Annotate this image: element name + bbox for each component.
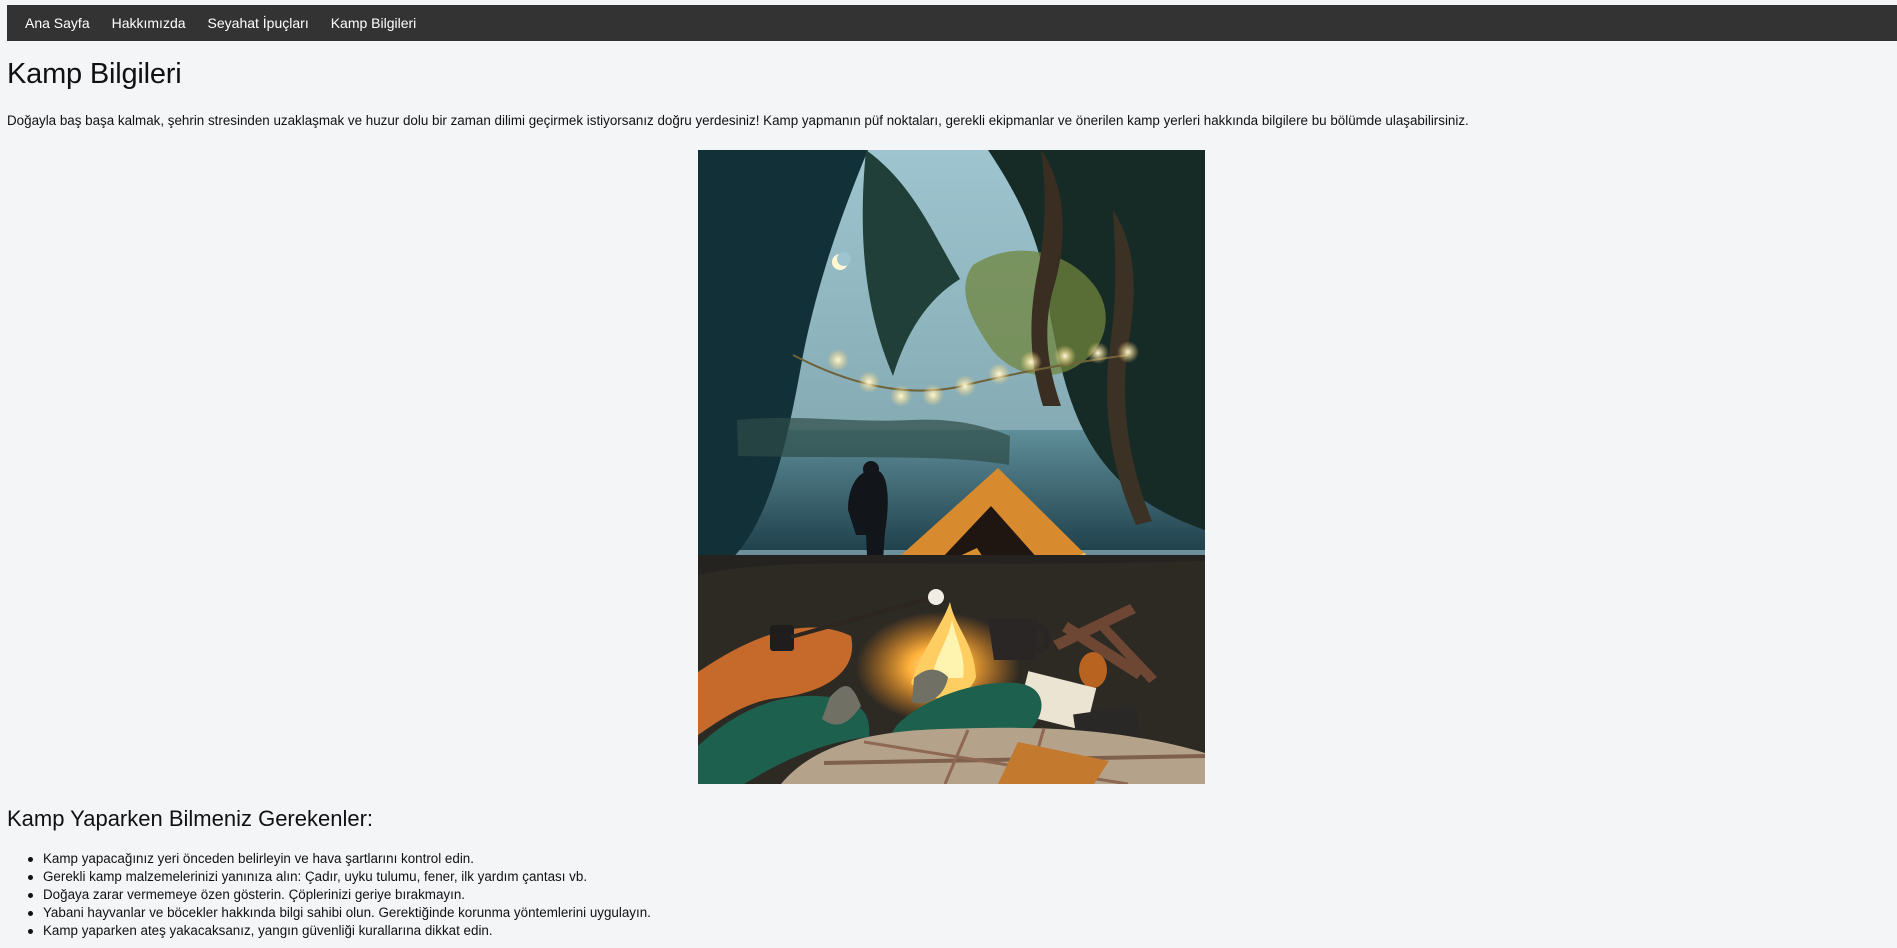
tip-item: Kamp yaparken ateş yakacaksanız, yangın …: [28, 922, 651, 940]
nav-link-about[interactable]: Hakkımızda: [112, 5, 186, 41]
nav-link-home[interactable]: Ana Sayfa: [25, 5, 90, 41]
page-title: Kamp Bilgileri: [7, 58, 182, 90]
nav-link-travel-tips[interactable]: Seyahat İpuçları: [208, 5, 309, 41]
intro-paragraph: Doğayla baş başa kalmak, şehrin stresind…: [7, 113, 1469, 128]
tip-item: Doğaya zarar vermemeye özen gösterin. Çö…: [28, 886, 651, 904]
section-title: Kamp Yaparken Bilmeniz Gerekenler:: [7, 806, 374, 831]
tip-item: Kamp yapacağınız yeri önceden belirleyin…: [28, 850, 651, 868]
top-navbar: Ana Sayfa Hakkımızda Seyahat İpuçları Ka…: [7, 5, 1897, 41]
tip-item: Yabani hayvanlar ve böcekler hakkında bi…: [28, 905, 651, 920]
nav-link-camping-info[interactable]: Kamp Bilgileri: [331, 5, 417, 41]
tip-item: Gerekli kamp malzemelerinizi yanınıza al…: [28, 868, 651, 886]
camping-photo: [698, 150, 1205, 784]
camping-tips-list: Kamp yapacağınız yeri önceden belirleyin…: [28, 850, 651, 940]
